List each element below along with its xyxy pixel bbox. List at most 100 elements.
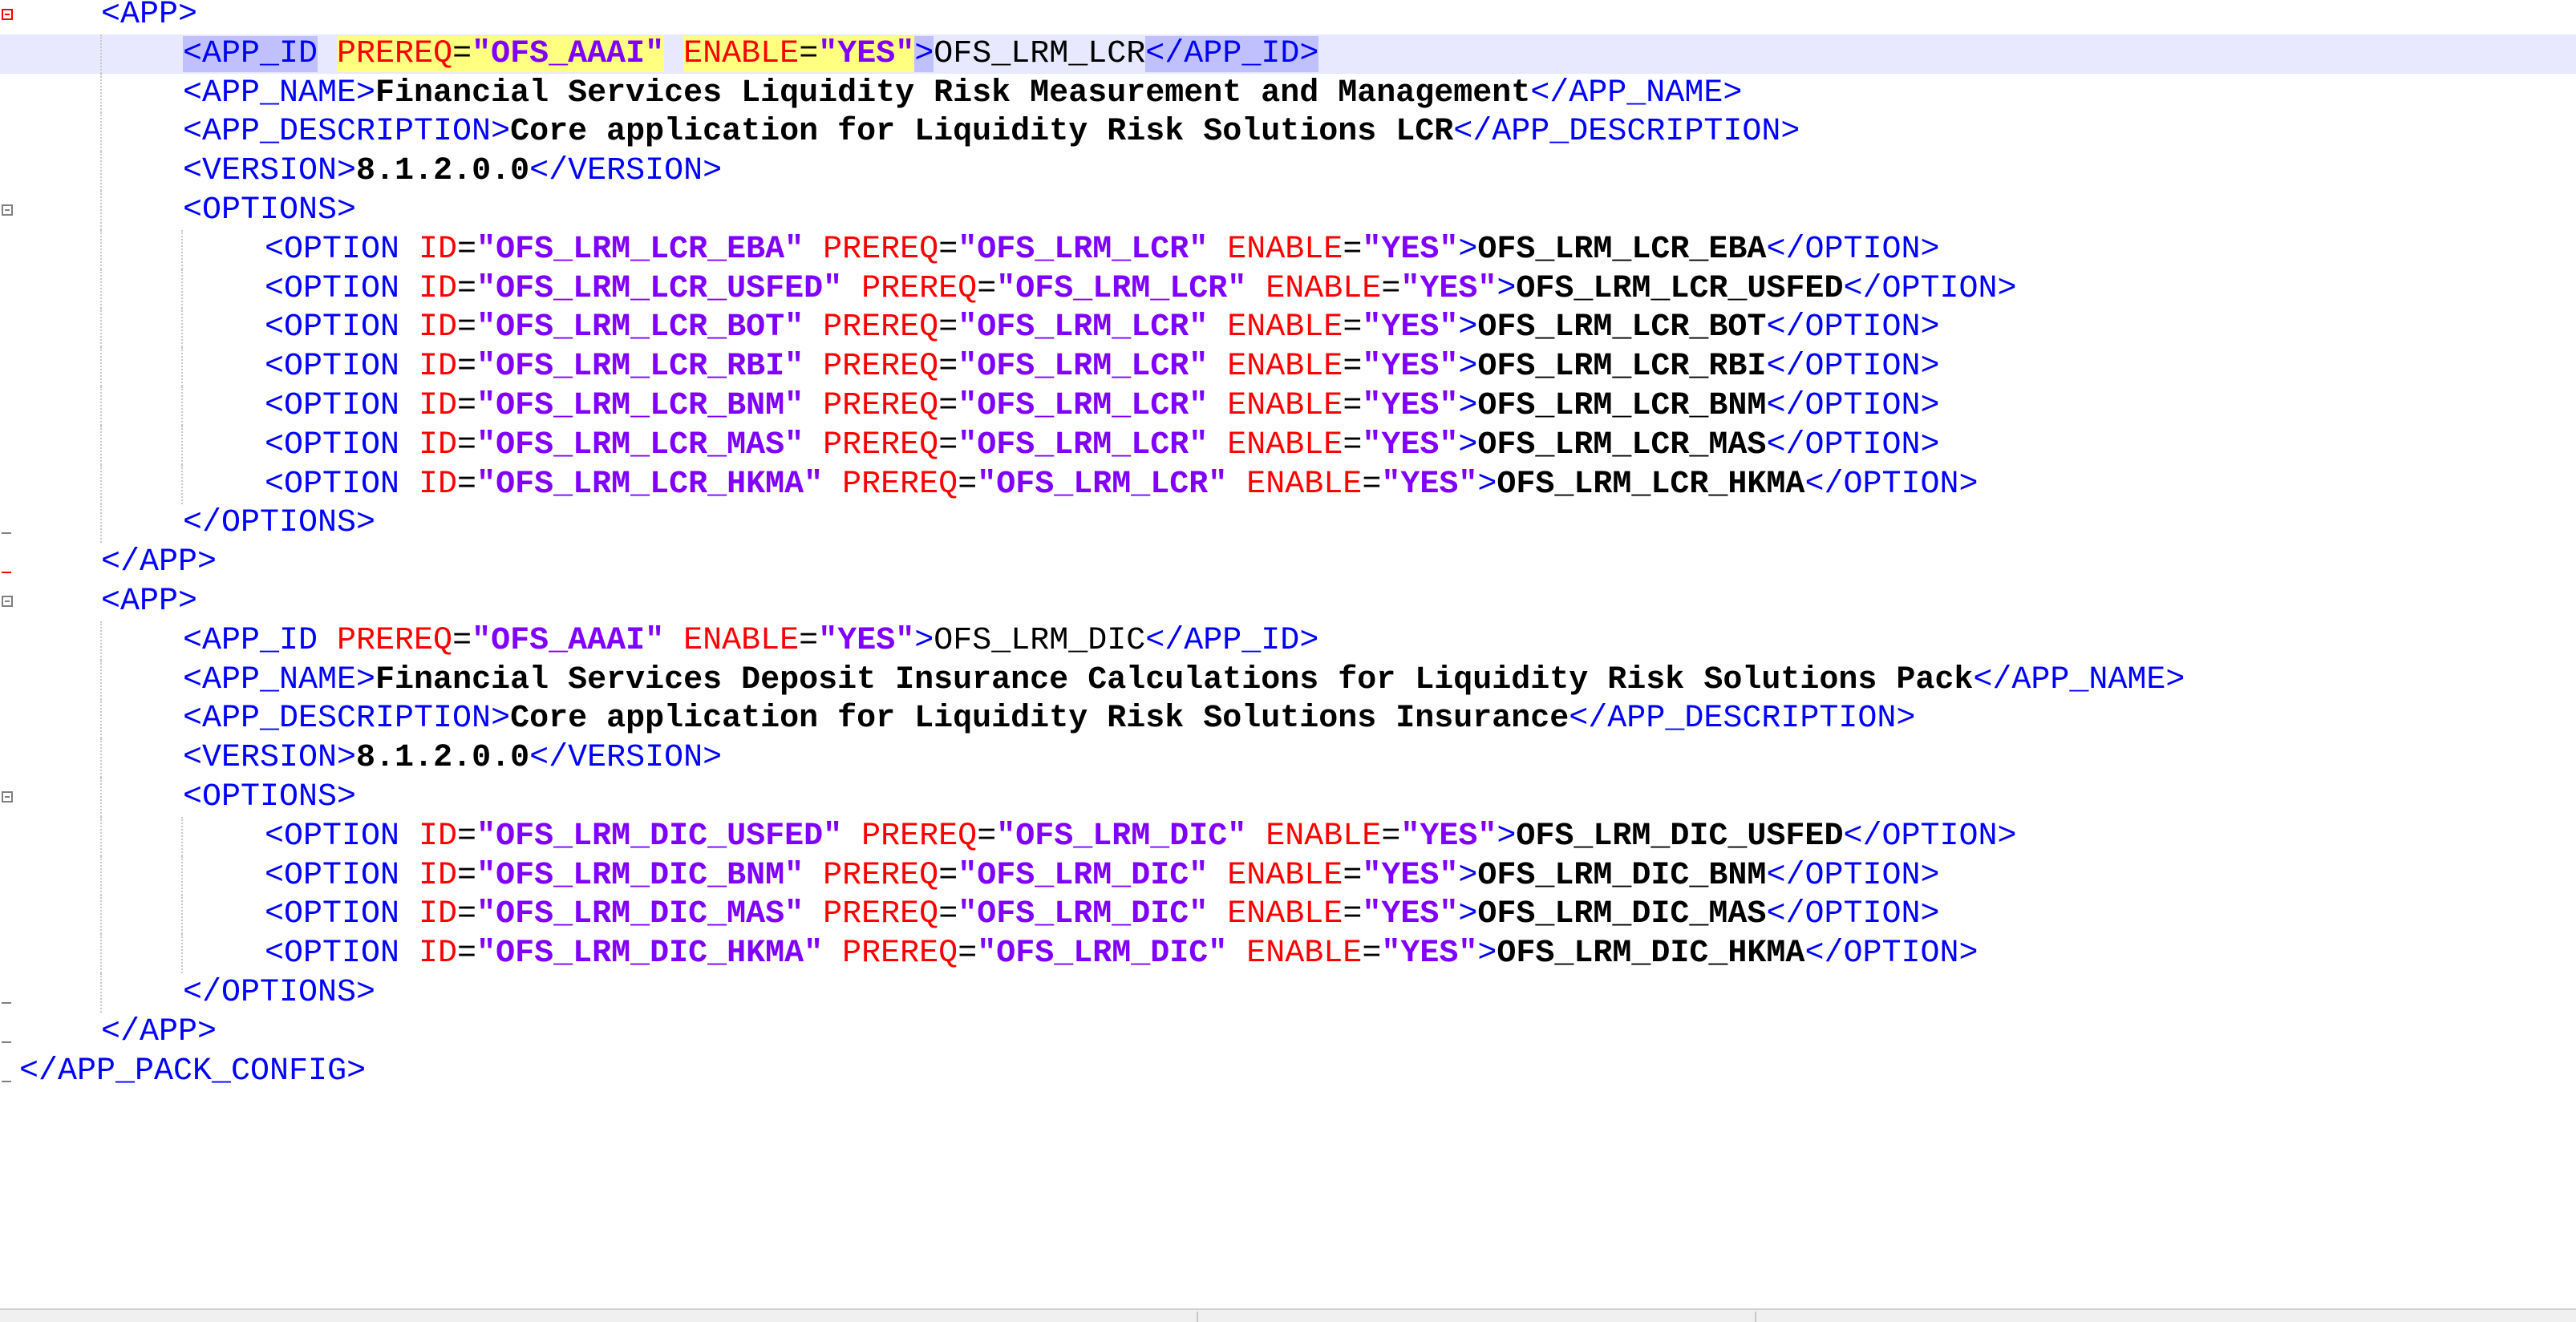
code-line[interactable]: <OPTIONS> [0,191,2576,230]
token-tag: </OPTION> [1766,857,1940,894]
token-tag: <OPTIONS> [183,192,357,228]
token-attr: PREREQ [823,231,939,268]
token-tag: > [914,35,934,72]
token-val: "OFS_LRM_LCR" [996,270,1247,307]
code-line[interactable]: <OPTION ID="OFS_LRM_DIC_MAS" PREREQ="OFS… [0,895,2576,935]
token-val: "OFS_LRM_LCR_BOT" [476,309,804,346]
token-tag: </OPTIONS> [183,975,376,1011]
token-val: "OFS_LRM_DIC_MAS" [476,896,804,933]
token-sp [804,427,823,463]
token-attr: ENABLE [683,35,800,72]
token-txt: OFS_LRM_LCR_USFED [1516,270,1844,307]
code-line[interactable]: <APP_DESCRIPTION>Core application for Li… [0,112,2576,152]
code-line[interactable]: <APP> [0,0,2576,34]
token-eq: = [457,857,477,894]
code-line[interactable]: </APP> [0,543,2576,582]
code-line[interactable]: </APP> [0,1013,2576,1052]
indent-guide [181,464,183,504]
code-text: <OPTION ID="OFS_LRM_LCR_EBA" PREREQ="OFS… [265,230,1939,269]
code-line[interactable]: <OPTION ID="OFS_LRM_DIC_HKMA" PREREQ="OF… [0,934,2576,974]
indent-guide [100,308,102,348]
code-text: <OPTIONS> [183,778,356,817]
token-tag: </APP> [101,1013,217,1050]
code-line[interactable]: <APP_DESCRIPTION>Core application for Li… [0,699,2576,739]
token-val: "YES" [1400,270,1497,307]
token-val: "OFS_LRM_LCR" [958,231,1209,268]
token-tag: </OPTION> [1766,231,1940,268]
code-line[interactable]: <OPTION ID="OFS_LRM_DIC_BNM" PREREQ="OFS… [0,855,2576,895]
indent-guide [100,347,102,387]
code-text: <APP_ID PREREQ="OFS_AAAI" ENABLE="YES">O… [183,34,1319,74]
token-sp [664,36,683,72]
token-val: "YES" [1362,231,1459,268]
code-line[interactable]: <OPTION ID="OFS_LRM_LCR_BNM" PREREQ="OFS… [0,386,2576,426]
code-line[interactable]: <APP_ID PREREQ="OFS_AAAI" ENABLE="YES">O… [0,34,2576,74]
token-eq: = [1362,936,1382,972]
token-attr: ENABLE [683,622,800,659]
token-val: "OFS_AAAI" [472,622,665,659]
token-sp [804,388,823,424]
code-line[interactable]: <APP_NAME>Financial Services Deposit Ins… [0,660,2576,700]
token-val: "OFS_LRM_DIC" [977,936,1228,972]
token-attr: ENABLE [1266,270,1382,307]
code-line[interactable]: </APP_PACK_CONFIG> [0,1052,2576,1091]
token-tag: > [1497,270,1517,307]
token-attr: PREREQ [861,818,978,855]
token-sp [842,819,861,855]
code-line[interactable]: <VERSION>8.1.2.0.0</VERSION> [0,152,2576,192]
code-line[interactable]: <OPTION ID="OFS_LRM_LCR_USFED" PREREQ="O… [0,269,2576,309]
code-line[interactable]: <APP> [0,582,2576,621]
token-sp [1208,896,1227,932]
token-sp [1208,309,1227,346]
token-eq: = [1381,270,1401,307]
token-attr: ENABLE [1246,466,1363,503]
token-eq: = [1343,857,1363,894]
indent-guide [100,895,102,935]
code-line[interactable]: <VERSION>8.1.2.0.0</VERSION> [0,738,2576,778]
token-eq: = [1343,388,1363,424]
token-eq: = [1343,309,1363,346]
token-tag: <OPTIONS> [183,779,357,815]
token-tag: <OPTION [265,936,419,972]
token-attr: ENABLE [1227,231,1343,268]
code-line[interactable]: <OPTION ID="OFS_LRM_LCR_RBI" PREREQ="OFS… [0,347,2576,387]
code-text: <APP_NAME>Financial Services Deposit Ins… [183,661,2185,700]
code-line[interactable]: <OPTION ID="OFS_LRM_LCR_HKMA" PREREQ="OF… [0,464,2576,504]
code-line[interactable]: <OPTIONS> [0,778,2576,817]
code-line[interactable]: <OPTION ID="OFS_LRM_LCR_MAS" PREREQ="OFS… [0,425,2576,465]
indent-guide [181,425,183,465]
token-val: "OFS_LRM_LCR" [958,349,1209,386]
token-tag: <OPTION [265,309,419,346]
token-attr: ENABLE [1227,896,1343,933]
code-line[interactable]: <OPTION ID="OFS_LRM_DIC_USFED" PREREQ="O… [0,816,2576,856]
code-editor[interactable]: <APP> <APP_ID PREREQ="OFS_AAAI" ENABLE="Y… [0,0,2576,1308]
code-text: <OPTION ID="OFS_LRM_LCR_USFED" PREREQ="O… [265,269,2017,309]
code-line[interactable]: <APP_NAME>Financial Services Liquidity R… [0,73,2576,113]
token-val: "YES" [1381,936,1478,972]
code-line[interactable]: <OPTION ID="OFS_LRM_LCR_BOT" PREREQ="OFS… [0,308,2576,348]
code-line[interactable]: <APP_ID PREREQ="OFS_AAAI" ENABLE="YES">O… [0,621,2576,661]
token-attr: ID [419,427,458,463]
token-val: "OFS_LRM_DIC" [996,818,1247,855]
token-attr: PREREQ [861,270,978,307]
token-sp [804,309,823,346]
token-attr: ID [419,270,458,307]
token-val: "OFS_LRM_LCR_MAS" [476,427,804,463]
code-text: <OPTION ID="OFS_LRM_DIC_MAS" PREREQ="OFS… [265,895,1939,934]
code-text: </APP> [101,543,217,582]
token-tag: <VERSION> [183,153,357,190]
code-text: <OPTIONS> [183,191,356,230]
token-val: "OFS_LRM_DIC_HKMA" [476,936,824,972]
token-eq: = [457,270,477,307]
code-line[interactable]: </OPTIONS> [0,973,2576,1013]
token-tag: <OPTION [265,270,419,307]
code-line[interactable]: <OPTION ID="OFS_LRM_LCR_EBA" PREREQ="OFS… [0,229,2576,269]
code-text: <OPTION ID="OFS_LRM_LCR_MAS" PREREQ="OFS… [265,426,1939,465]
token-txt: OFS_LRM_DIC_USFED [1516,818,1844,855]
token-eq: = [977,818,997,855]
horizontal-scrollbar[interactable] [0,1308,2576,1322]
code-line[interactable]: </OPTIONS> [0,503,2576,544]
token-val: "YES" [1400,818,1497,855]
token-tag: > [1477,466,1497,503]
token-attr: ID [419,857,458,894]
